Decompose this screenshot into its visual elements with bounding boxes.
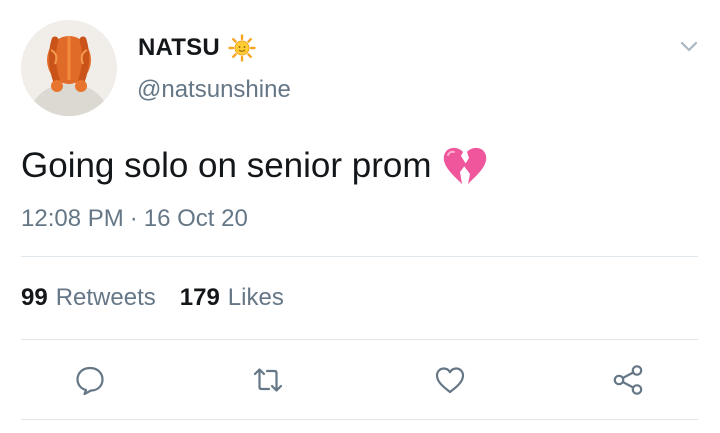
broken-heart-emoji-icon: [442, 146, 488, 186]
divider: [21, 339, 698, 340]
meta-separator: ·: [129, 205, 138, 232]
retweets-stat[interactable]: 99 Retweets: [21, 284, 156, 312]
tweet-text-row: Going solo on senior prom: [21, 146, 488, 186]
reply-button[interactable]: [70, 360, 110, 400]
share-icon: [613, 365, 643, 395]
retweet-icon: [253, 368, 283, 392]
tweet-stats: 99 Retweets 179 Likes: [21, 284, 308, 312]
tweet-time: 12:08 PM: [21, 205, 124, 232]
like-button[interactable]: [430, 360, 470, 400]
avatar[interactable]: [21, 20, 117, 116]
chevron-down-icon[interactable]: [679, 37, 699, 57]
likes-count: 179: [179, 284, 220, 311]
tweet-date: 16 Oct 20: [143, 205, 248, 232]
tweet-text: Going solo on senior prom: [21, 146, 432, 185]
like-icon: [435, 367, 465, 394]
likes-label: Likes: [227, 284, 284, 311]
divider: [21, 419, 698, 420]
retweets-count: 99: [21, 284, 48, 311]
likes-stat[interactable]: 179 Likes: [180, 284, 284, 312]
share-button[interactable]: [608, 360, 648, 400]
author-name-row[interactable]: NATSU: [138, 34, 256, 62]
avatar-photo: [21, 20, 117, 116]
retweets-label: Retweets: [55, 284, 156, 311]
reply-icon: [76, 366, 104, 396]
retweet-button[interactable]: [248, 360, 288, 400]
display-name[interactable]: NATSU: [138, 34, 220, 62]
tweet-timestamp[interactable]: 12:08 PM · 16 Oct 20: [21, 205, 248, 233]
username-handle[interactable]: @natsunshine: [137, 76, 291, 104]
sun-emoji-icon: [228, 34, 256, 62]
divider: [21, 256, 698, 257]
